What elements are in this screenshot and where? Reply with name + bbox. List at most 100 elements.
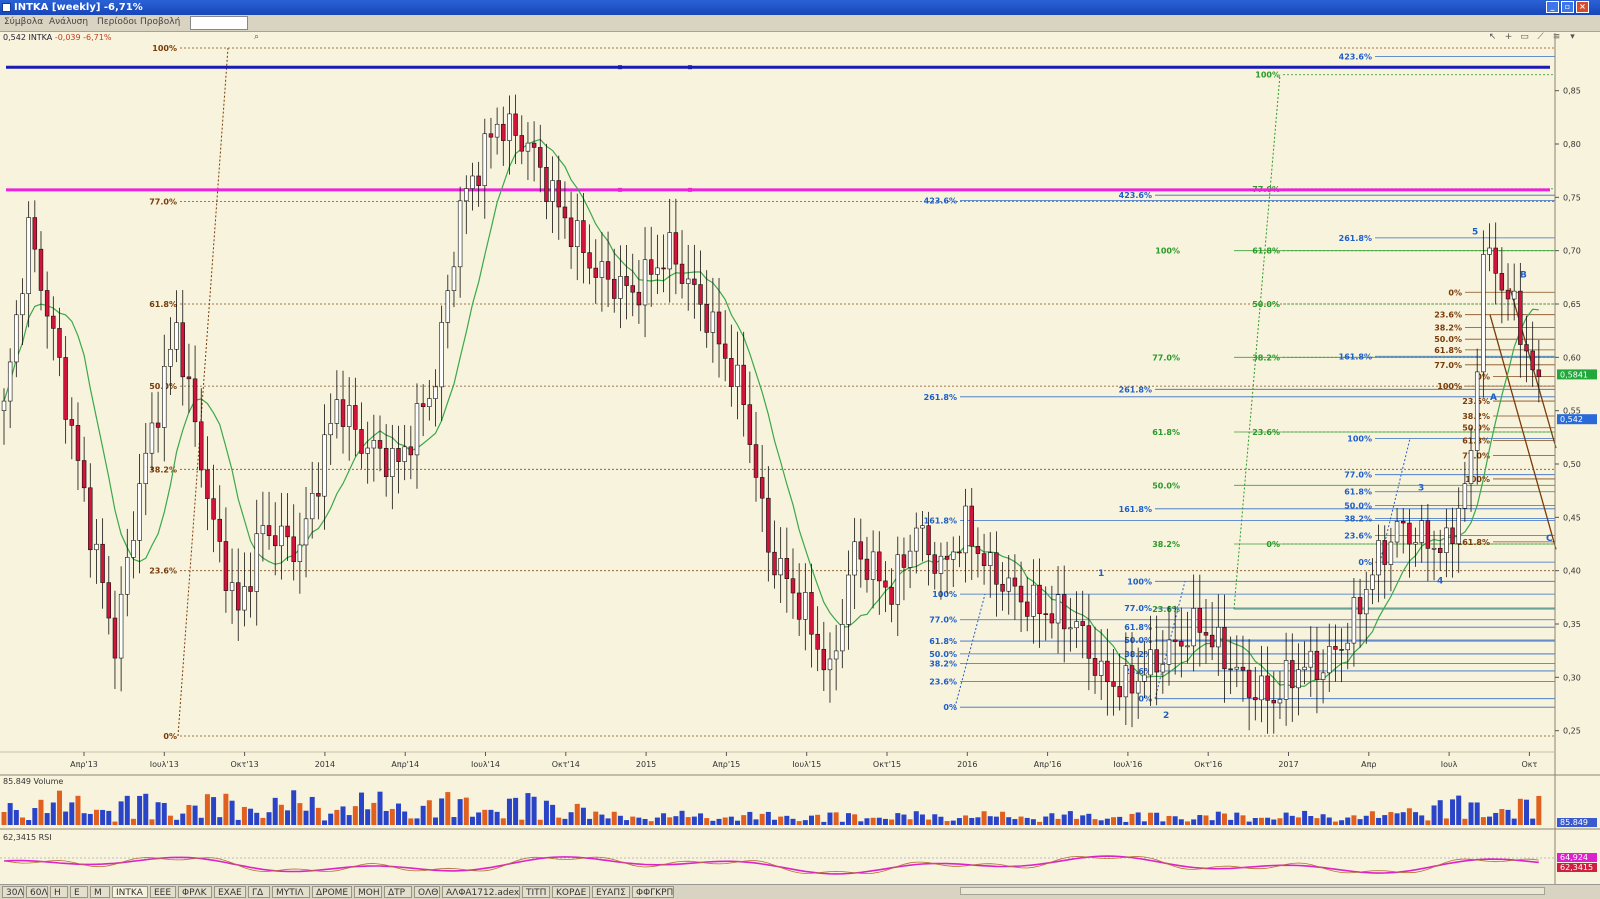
symbol-tab[interactable]: Η [50, 886, 68, 898]
volume-bar [932, 814, 938, 825]
y-tick-label: 0,30 [1563, 673, 1581, 682]
candle-up [642, 259, 648, 306]
candle-down [858, 541, 864, 560]
candle-down [568, 217, 574, 248]
candle-down [217, 518, 222, 542]
volume-bar [476, 812, 482, 825]
symbol-tab[interactable]: ΕΧΑΕ [214, 886, 246, 898]
y-tick-label: 0,25 [1563, 727, 1581, 736]
volume-bar [149, 819, 155, 825]
volume-bar [50, 802, 56, 825]
volume-bar [26, 820, 32, 825]
volume-bar [1295, 817, 1301, 825]
symbol-tab[interactable]: ΕΥΑΠΣ [592, 886, 630, 898]
volume-bar [1283, 812, 1289, 825]
symbol-tab[interactable]: 60Λ [26, 886, 48, 898]
candle-down [513, 113, 518, 136]
volume-bar [963, 815, 969, 825]
fib-anchor-line [954, 594, 986, 708]
volume-bar [531, 796, 537, 825]
volume-bar [1215, 811, 1221, 825]
volume-bar [426, 800, 432, 825]
candle-up [309, 493, 315, 520]
symbol-tab[interactable]: ΤΙΤΠ [522, 886, 550, 898]
volume-bar [1055, 818, 1061, 825]
candle-up [827, 658, 833, 671]
volume-bar [889, 819, 895, 825]
candle-up [1277, 699, 1283, 704]
candle-up [137, 483, 142, 541]
symbol-tab[interactable]: Ε [70, 886, 88, 898]
symbol-tab[interactable]: ΔΡΟΜΕ [312, 886, 352, 898]
candle-down [1117, 686, 1122, 698]
candle-down [531, 142, 537, 148]
candle-down [1246, 669, 1252, 698]
candle-up [143, 452, 148, 484]
y-tick-label: 0,45 [1563, 513, 1581, 522]
symbol-tab[interactable]: ΙΝΤΚΑ [112, 886, 148, 898]
horizontal-scrollbar[interactable] [960, 887, 1545, 895]
axes: 0,850,800,750,700,650,600,550,500,450,40… [0, 33, 1600, 884]
symbol-tab[interactable]: ΜΟΗ [354, 886, 382, 898]
volume-bar [402, 811, 408, 825]
symbol-tab[interactable]: ΜΥΤΙΛ [272, 886, 310, 898]
x-tick-label: Οκτ'16 [1194, 760, 1222, 769]
candle-up [1388, 541, 1394, 565]
fib-label: 161.8% [1119, 505, 1152, 514]
volume-bar [1480, 817, 1486, 825]
candle-up [297, 544, 303, 562]
symbol-tab[interactable]: ΟΛΘ [414, 886, 440, 898]
symbol-tab[interactable]: ΔΤΡ [384, 886, 412, 898]
volume-bar [260, 817, 266, 825]
y-tick-label: 0,65 [1563, 300, 1581, 309]
candle-down [1197, 608, 1203, 633]
volume-bar [1203, 815, 1209, 825]
candlestick-chart[interactable]: 100%77.0%61.8%50.0%38.2%23.6%0%100%77.0%… [0, 0, 1600, 884]
candle-down [44, 290, 50, 317]
candle-up [963, 505, 968, 554]
volume-bar [451, 817, 457, 825]
volume-bar [118, 801, 124, 825]
candle-up [371, 440, 377, 449]
volume-bar [661, 813, 667, 825]
symbol-tab[interactable]: ΕΕΕ [150, 886, 176, 898]
volume-bar [346, 815, 352, 825]
symbol-tab[interactable]: 30Λ [2, 886, 24, 898]
volume-bar [1, 812, 7, 825]
candle-down [1265, 675, 1270, 701]
fib-label: 61.8% [149, 300, 177, 309]
candle-up [507, 113, 512, 141]
symbol-tab[interactable]: ΦΡΛΚ [178, 886, 212, 898]
candle-up [1160, 663, 1166, 673]
candle-down [772, 551, 777, 576]
candle-down [864, 558, 870, 580]
fib-label: 77.0% [1344, 471, 1372, 480]
symbol-tab[interactable]: ΦΦΓΚΡΠ [632, 886, 674, 898]
candle-up [525, 142, 531, 152]
candle-up [655, 267, 660, 275]
volume-bar [432, 817, 438, 825]
symbol-tab[interactable]: Μ [90, 886, 110, 898]
volume-bar [919, 814, 925, 825]
volume-bar [778, 816, 784, 825]
candle-down [1382, 540, 1387, 565]
symbol-tab[interactable]: ΑΛΦΑ1712.adex [442, 886, 520, 898]
volume-bar [106, 810, 112, 825]
fib-label: 23.6% [1344, 531, 1372, 540]
volume-bar [1505, 809, 1511, 825]
candle-down [1530, 350, 1535, 371]
candle-down [1111, 681, 1116, 687]
volume-bar [882, 818, 888, 825]
symbol-tab[interactable]: ΓΔ [248, 886, 270, 898]
symbol-tab[interactable]: ΚΟΡΔΕ [552, 886, 590, 898]
volume-panel: 85.849 Volume 85.849 [1, 777, 1597, 827]
candle-up [1031, 584, 1036, 617]
volume-bar [137, 795, 143, 825]
volume-bar [1382, 815, 1388, 825]
fib-label: 261.8% [1119, 385, 1152, 394]
volume-bar [1265, 817, 1271, 825]
candle-down [1061, 594, 1067, 630]
volume-bar [1148, 812, 1154, 825]
candle-up [1098, 660, 1104, 676]
candle-down [1105, 660, 1110, 683]
